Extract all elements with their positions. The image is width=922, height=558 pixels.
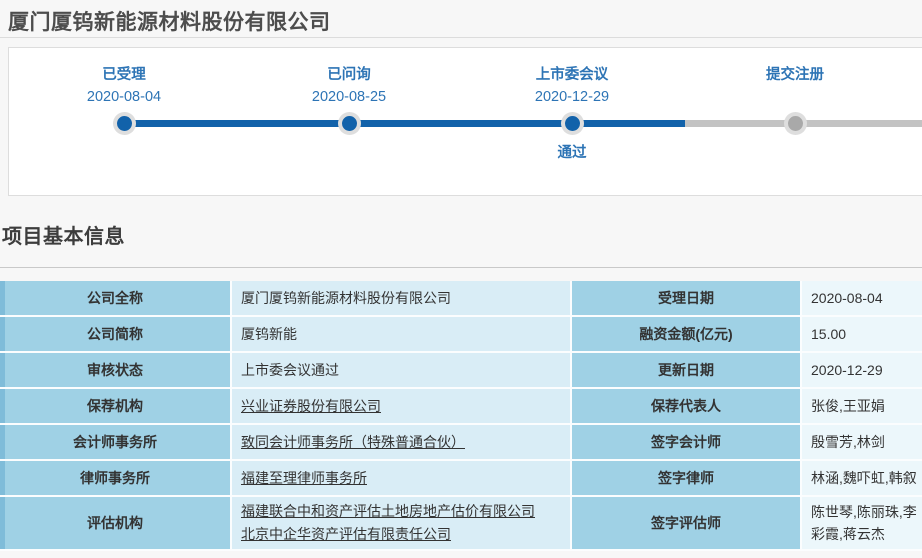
- table-row: 公司全称 厦门厦钨新能源材料股份有限公司 受理日期 2020-08-04: [0, 281, 922, 317]
- sponsor-institution-link[interactable]: 兴业证券股份有限公司: [241, 396, 381, 416]
- table-row: 会计师事务所 致同会计师事务所（特殊普通合伙） 签字会计师 殷雪芳,林剑: [0, 425, 922, 461]
- acceptance-date-value: 2020-08-04: [802, 281, 922, 317]
- field-label: 会计师事务所: [0, 425, 232, 461]
- timeline-node-submit-registration: [784, 112, 807, 135]
- table-row: 公司简称 厦钨新能 融资金额(亿元) 15.00: [0, 317, 922, 353]
- timeline-progress-bar: [124, 120, 685, 127]
- field-label: 保荐代表人: [572, 389, 802, 425]
- signing-appraisers-value: 陈世琴,陈丽珠,李彩霞,蒋云杰: [811, 501, 922, 545]
- field-label: 签字评估师: [572, 497, 802, 551]
- review-timeline-panel: 已受理 2020-08-04 已问询 2020-08-25 上市委会议 2020…: [8, 47, 922, 196]
- field-label: 签字律师: [572, 461, 802, 497]
- stage-label: 提交注册: [705, 63, 885, 84]
- table-row: 保荐机构 兴业证券股份有限公司 保荐代表人 张俊,王亚娟: [0, 389, 922, 425]
- table-row: 律师事务所 福建至理律师事务所 签字律师 林涵,魏吓虹,韩叙: [0, 461, 922, 497]
- accounting-firm-link[interactable]: 致同会计师事务所（特殊普通合伙）: [241, 432, 465, 452]
- stage-label: 已问询: [259, 63, 439, 84]
- project-info-table: 公司全称 厦门厦钨新能源材料股份有限公司 受理日期 2020-08-04 公司简…: [0, 281, 922, 551]
- stage-label: 上市委会议: [482, 63, 662, 84]
- field-label: 受理日期: [572, 281, 802, 317]
- field-label: 保荐机构: [0, 389, 232, 425]
- stage-date: 2020-12-29: [482, 89, 662, 105]
- timeline-stage-inquired: 已问询 2020-08-25: [259, 63, 439, 105]
- timeline-stage-listing-committee: 上市委会议 2020-12-29: [482, 63, 662, 105]
- field-label: 融资金额(亿元): [572, 317, 802, 353]
- update-date-value: 2020-12-29: [802, 353, 922, 389]
- stage-date: 2020-08-04: [34, 89, 214, 105]
- field-label: 公司简称: [0, 317, 232, 353]
- field-label: 更新日期: [572, 353, 802, 389]
- stage-date: 2020-08-25: [259, 89, 439, 105]
- table-row: 审核状态 上市委会议通过 更新日期 2020-12-29: [0, 353, 922, 389]
- field-label: 律师事务所: [0, 461, 232, 497]
- page-title: 厦门厦钨新能源材料股份有限公司: [8, 6, 331, 36]
- sponsor-representatives-value: 张俊,王亚娟: [802, 389, 922, 425]
- timeline-stage-accepted: 已受理 2020-08-04: [34, 63, 214, 105]
- section-divider: [0, 267, 922, 268]
- table-row: 评估机构 福建联合中和资产评估土地房地产估价有限公司 北京中企华资产评估有限责任…: [0, 497, 922, 551]
- field-label: 评估机构: [0, 497, 232, 551]
- section-title-basic-info: 项目基本信息: [2, 220, 125, 249]
- timeline-stage-submit-registration: 提交注册: [705, 63, 885, 89]
- timeline-node-inquired: [338, 112, 361, 135]
- timeline-node-listing-committee: [561, 112, 584, 135]
- listing-committee-result-badge: 通过: [512, 141, 632, 162]
- field-label: 签字会计师: [572, 425, 802, 461]
- timeline-node-accepted: [113, 112, 136, 135]
- law-firm-link[interactable]: 福建至理律师事务所: [241, 468, 367, 488]
- title-divider: [0, 37, 922, 38]
- signing-accountants-value: 殷雪芳,林剑: [802, 425, 922, 461]
- review-status-value: 上市委会议通过: [232, 353, 572, 389]
- company-short-name-value: 厦钨新能: [232, 317, 572, 353]
- field-label: 审核状态: [0, 353, 232, 389]
- signing-lawyers-value: 林涵,魏吓虹,韩叙: [802, 461, 922, 497]
- appraisal-agency-link-2[interactable]: 北京中企华资产评估有限责任公司: [241, 523, 570, 546]
- field-label: 公司全称: [0, 281, 232, 317]
- financing-amount-value: 15.00: [802, 317, 922, 353]
- ipo-project-page: 厦门厦钨新能源材料股份有限公司 已受理 2020-08-04 已问询 2020-…: [0, 0, 922, 558]
- stage-label: 已受理: [34, 63, 214, 84]
- company-full-name-value: 厦门厦钨新能源材料股份有限公司: [232, 281, 572, 317]
- appraisal-agency-link-1[interactable]: 福建联合中和资产评估土地房地产估价有限公司: [241, 500, 570, 523]
